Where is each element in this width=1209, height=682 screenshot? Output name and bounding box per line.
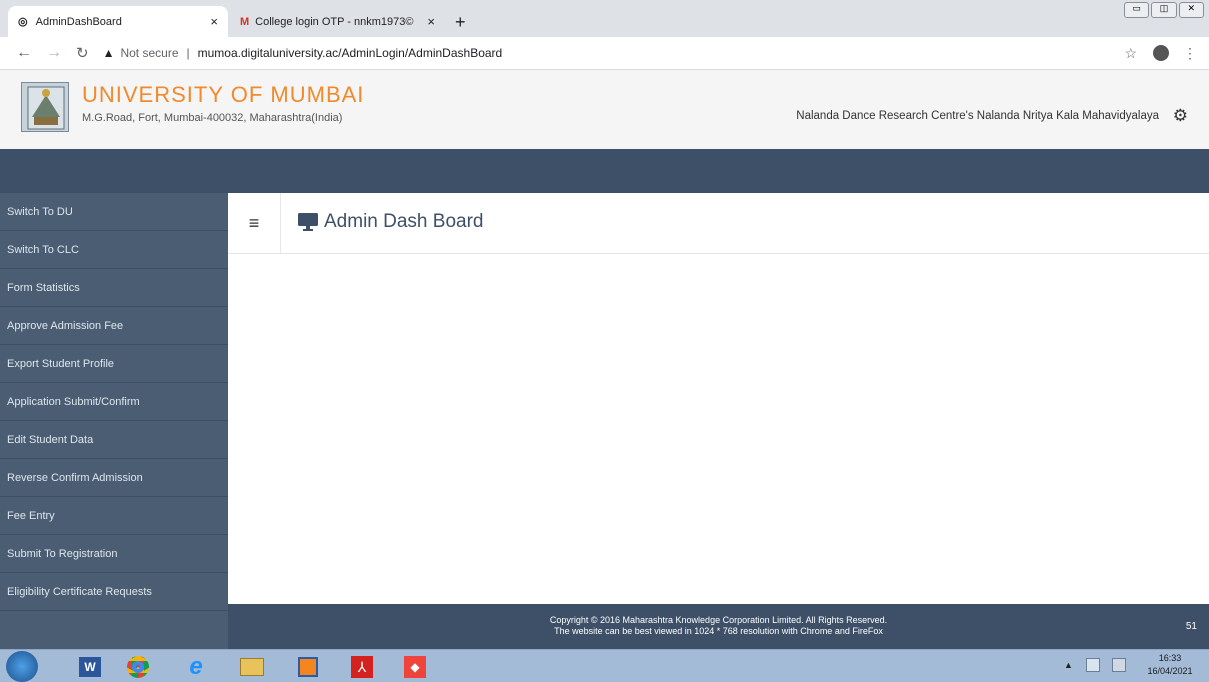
file-explorer-icon[interactable] — [232, 653, 272, 680]
close-tab-icon[interactable]: × — [427, 14, 435, 29]
university-logo-icon — [21, 82, 69, 132]
university-title: UNIVERSITY OF MUMBAI — [82, 82, 365, 107]
university-address: M.G.Road, Fort, Mumbai-400032, Maharasht… — [82, 112, 343, 124]
internet-explorer-icon[interactable]: e — [176, 653, 216, 680]
reload-icon[interactable]: ↻ — [76, 44, 89, 62]
security-label[interactable]: Not secure — [120, 46, 178, 60]
tray-arrow-icon[interactable]: ▲ — [1064, 660, 1073, 670]
word-icon[interactable]: W — [70, 653, 110, 680]
media-player-icon[interactable] — [288, 653, 328, 680]
tab-college-login[interactable]: M College login OTP - nnkm1973© × — [230, 6, 445, 37]
chrome-icon[interactable] — [118, 653, 158, 680]
close-tab-icon[interactable]: × — [210, 14, 218, 29]
anydesk-icon[interactable]: ◆ — [395, 653, 435, 680]
clock-date: 16/04/2021 — [1147, 666, 1193, 676]
tab-title: College login OTP - nnkm1973© — [255, 15, 414, 28]
url-input[interactable]: mumoa.digitaluniversity.ac/AdminLogin/Ad… — [198, 46, 503, 60]
sidebar-item-form-statistics[interactable]: Form Statistics — [0, 269, 228, 307]
system-clock[interactable]: 16:33 16/04/2021 — [1140, 652, 1200, 678]
counter-value: 51 — [1185, 621, 1197, 632]
sidebar-item-export-student-profile[interactable]: Export Student Profile — [0, 345, 228, 383]
profile-avatar[interactable] — [1153, 45, 1169, 61]
sidebar-item-application-submit-confirm[interactable]: Application Submit/Confirm — [0, 383, 228, 421]
bookmark-star-icon[interactable]: ☆ — [1124, 45, 1137, 62]
tab-title: AdminDashBoard — [35, 15, 122, 28]
maximize-button[interactable]: ◫ — [1151, 2, 1177, 18]
settings-gears-icon[interactable]: ⚙ — [1173, 106, 1188, 126]
gmail-icon: M — [240, 15, 250, 28]
sidebar: Switch To DU Switch To CLC Form Statisti… — [0, 193, 228, 649]
page-header: ≡ Admin Dash Board — [228, 193, 1209, 254]
sidebar-item-submit-to-registration[interactable]: Submit To Registration — [0, 535, 228, 573]
footer: Copyright © 2016 Maharashtra Knowledge C… — [228, 604, 1209, 649]
browser-tab-bar: ◎ AdminDashBoard × M College login OTP -… — [0, 0, 1209, 37]
sidebar-item-reverse-confirm-admission[interactable]: Reverse Confirm Admission — [0, 459, 228, 497]
sidebar-item-approve-admission-fee[interactable]: Approve Admission Fee — [0, 307, 228, 345]
window-controls: ▭ ◫ ✕ — [1124, 2, 1204, 20]
college-name: Nalanda Dance Research Centre's Nalanda … — [796, 110, 1159, 122]
sidebar-item-switch-to-du[interactable]: Switch To DU — [0, 193, 228, 231]
new-tab-button[interactable]: + — [455, 12, 466, 33]
start-button[interactable] — [6, 651, 38, 682]
sidebar-item-fee-entry[interactable]: Fee Entry — [0, 497, 228, 535]
close-window-button[interactable]: ✕ — [1178, 2, 1204, 18]
taskbar: W e ⅄ ◆ ▲ 16:33 16/04/2021 — [0, 649, 1209, 682]
menu-toggle-icon[interactable]: ≡ — [228, 193, 281, 253]
copyright-text: Copyright © 2016 Maharashtra Knowledge C… — [549, 615, 888, 625]
forward-icon[interactable]: → — [46, 44, 62, 62]
site-header: UNIVERSITY OF MUMBAI M.G.Road, Fort, Mum… — [0, 70, 1209, 149]
sidebar-item-eligibility-certificate-requests[interactable]: Eligibility Certificate Requests — [0, 573, 228, 611]
back-icon[interactable]: ← — [16, 44, 32, 62]
sidebar-item-edit-student-data[interactable]: Edit Student Data — [0, 421, 228, 459]
sidebar-item-switch-to-clc[interactable]: Switch To CLC — [0, 231, 228, 269]
site-icon: ◎ — [18, 16, 28, 28]
page-title: Admin Dash Board — [324, 211, 484, 232]
tab-admin-dashboard[interactable]: ◎ AdminDashBoard × — [8, 6, 228, 37]
resolution-note: The website can be best viewed in 1024 *… — [554, 626, 883, 636]
menu-kebab-icon[interactable]: ⋮ — [1183, 45, 1197, 62]
network-icon[interactable] — [1086, 658, 1100, 672]
address-bar-row: ← → ↻ ▲ Not secure | mumoa.digitaluniver… — [0, 37, 1209, 70]
header-band — [0, 149, 1209, 193]
warning-icon[interactable]: ▲ — [103, 46, 115, 60]
action-center-icon[interactable] — [1112, 658, 1126, 672]
monitor-icon — [298, 213, 318, 236]
minimize-button[interactable]: ▭ — [1124, 2, 1150, 18]
clock-time: 16:33 — [1158, 653, 1182, 663]
acrobat-icon[interactable]: ⅄ — [342, 653, 382, 680]
